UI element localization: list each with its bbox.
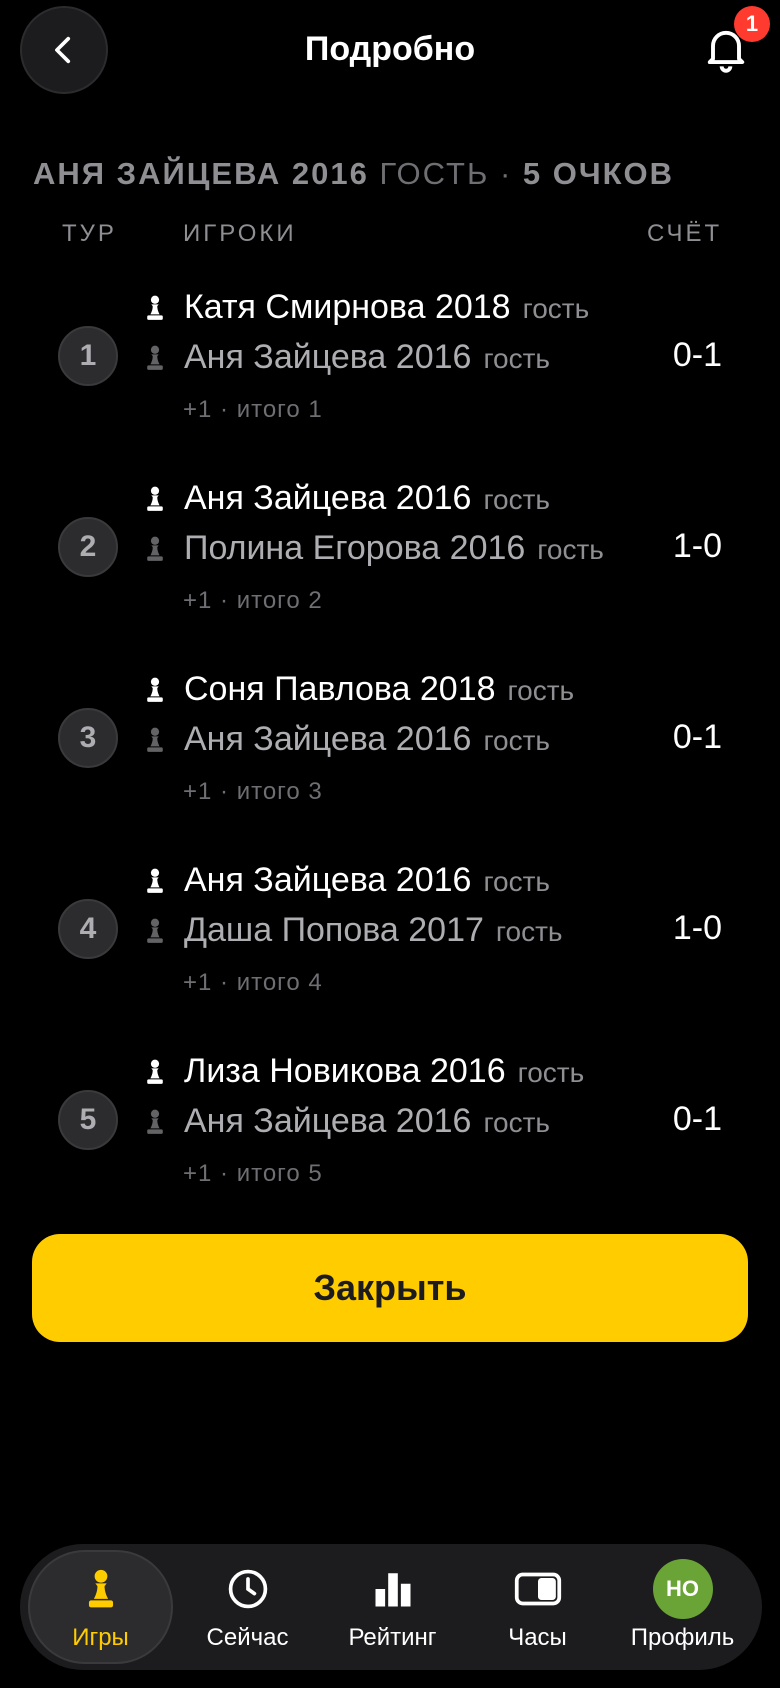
- column-players: ИГРОКИ: [183, 220, 297, 247]
- round-number: 1: [58, 326, 118, 386]
- black-player: Аня Зайцева 2016 гость: [144, 720, 550, 759]
- white-player-name: Лиза Новикова 2016: [184, 1052, 506, 1090]
- page-title: Подробно: [304, 30, 476, 68]
- black-player-tag: гость: [495, 916, 563, 947]
- black-player-name: Аня Зайцева 2016: [184, 338, 472, 376]
- white-player-name: Аня Зайцева 2016: [184, 479, 472, 517]
- header: Подробно 1: [0, 0, 780, 110]
- tab-now[interactable]: Сейчас: [175, 1544, 320, 1670]
- tab-label: Профиль: [630, 1624, 735, 1651]
- summary-separator: ·: [499, 156, 513, 191]
- white-pawn-icon: [147, 295, 163, 320]
- black-pawn-icon: [147, 1109, 163, 1134]
- white-pawn-icon: [147, 868, 163, 893]
- white-pawn-icon: [147, 677, 163, 702]
- white-player: Аня Зайцева 2016 гость: [144, 861, 550, 900]
- black-player-tag: гость: [483, 343, 551, 374]
- close-button[interactable]: Закрыть: [32, 1234, 748, 1342]
- round-points-note: +1 · итого 3: [183, 778, 323, 805]
- black-player-tag: гость: [483, 725, 551, 756]
- summary-guest: ГОСТЬ: [379, 156, 490, 191]
- round-row: 4 Аня Зайцева 2016 гость Даша Попова 2017 го…: [0, 853, 780, 1043]
- black-player-name: Даша Попова 2017: [184, 911, 484, 949]
- white-player: Катя Смирнова 2018 гость: [144, 288, 589, 327]
- round-row: 2 Аня Зайцева 2016 гость Полина Егорова 201…: [0, 471, 780, 661]
- round-number: 4: [58, 899, 118, 959]
- white-player-tag: гость: [522, 293, 590, 324]
- summary-points: 5 ОЧКОВ: [522, 156, 675, 191]
- round-score: 0-1: [672, 1100, 722, 1138]
- black-player: Полина Егорова 2016 гость: [144, 529, 604, 568]
- white-player-tag: гость: [517, 1057, 585, 1088]
- chess-clock-icon: [514, 1572, 561, 1606]
- white-player-tag: гость: [483, 866, 551, 897]
- round-score: 0-1: [672, 718, 722, 756]
- white-pawn-icon: [147, 1059, 163, 1084]
- black-pawn-icon: [147, 345, 163, 370]
- round-number: 5: [58, 1090, 118, 1150]
- round-number: 3: [58, 708, 118, 768]
- black-player-tag: гость: [483, 1107, 551, 1138]
- tab-label: Рейтинг: [348, 1624, 437, 1651]
- round-points-note: +1 · итого 2: [183, 587, 323, 614]
- tab-label: Игры: [72, 1624, 129, 1651]
- round-score: 0-1: [672, 336, 722, 374]
- round-row: 5 Лиза Новикова 2016 гость Аня Зайцева 2016…: [0, 1044, 780, 1234]
- round-row: 3 Соня Павлова 2018 гость Аня Зайцева 2016 г…: [0, 662, 780, 852]
- tab-profile[interactable]: НО Профиль: [610, 1544, 755, 1670]
- bar-chart-icon: [375, 1573, 410, 1607]
- black-player-tag: гость: [537, 534, 604, 565]
- round-score: 1-0: [672, 527, 722, 565]
- round-number: 2: [58, 517, 118, 577]
- tab-label: Часы: [508, 1624, 567, 1651]
- black-pawn-icon: [147, 536, 163, 561]
- white-player-tag: гость: [507, 675, 575, 706]
- black-player: Аня Зайцева 2016 гость: [144, 338, 550, 377]
- column-score: СЧЁТ: [647, 220, 723, 247]
- round-points-note: +1 · итого 5: [183, 1160, 323, 1187]
- black-pawn-icon: [147, 727, 163, 752]
- black-player: Даша Попова 2017 гость: [144, 911, 563, 950]
- black-pawn-icon: [147, 918, 163, 943]
- black-player-name: Аня Зайцева 2016: [184, 1102, 472, 1140]
- white-player-tag: гость: [483, 484, 551, 515]
- round-points-note: +1 · итого 1: [183, 396, 323, 423]
- white-pawn-icon: [147, 486, 163, 511]
- round-score: 1-0: [672, 909, 722, 947]
- white-player-name: Аня Зайцева 2016: [184, 861, 472, 899]
- clock-icon: [228, 1569, 267, 1609]
- round-row: 1 Катя Смирнова 2018 гость Аня Зайцева 2016…: [0, 280, 780, 470]
- pawn-icon: [88, 1569, 113, 1608]
- notification-badge: 1: [734, 6, 770, 42]
- white-player: Лиза Новикова 2016 гость: [144, 1052, 584, 1091]
- black-player-name: Аня Зайцева 2016: [184, 720, 472, 758]
- white-player-name: Соня Павлова 2018: [184, 670, 496, 708]
- white-player: Аня Зайцева 2016 гость: [144, 479, 550, 518]
- tab-bar: Игры Сейчас Рейтинг Часы НО Профиль: [20, 1544, 762, 1670]
- black-player: Аня Зайцева 2016 гость: [144, 1102, 550, 1141]
- tab-rating[interactable]: Рейтинг: [320, 1544, 465, 1670]
- round-points-note: +1 · итого 4: [183, 969, 323, 996]
- white-player: Соня Павлова 2018 гость: [144, 670, 574, 709]
- avatar: НО: [652, 1559, 713, 1619]
- tab-games[interactable]: Игры: [28, 1550, 173, 1664]
- white-player-name: Катя Смирнова 2018: [184, 288, 511, 326]
- player-summary: АНЯ ЗАЙЦЕВА 2016 ГОСТЬ · 5 ОЧКОВ: [33, 156, 674, 192]
- black-player-name: Полина Егорова 2016: [184, 529, 526, 567]
- summary-name: АНЯ ЗАЙЦЕВА 2016: [33, 156, 369, 191]
- column-round: ТУР: [62, 220, 117, 247]
- tab-clock[interactable]: Часы: [465, 1544, 610, 1670]
- tab-label: Сейчас: [206, 1624, 289, 1651]
